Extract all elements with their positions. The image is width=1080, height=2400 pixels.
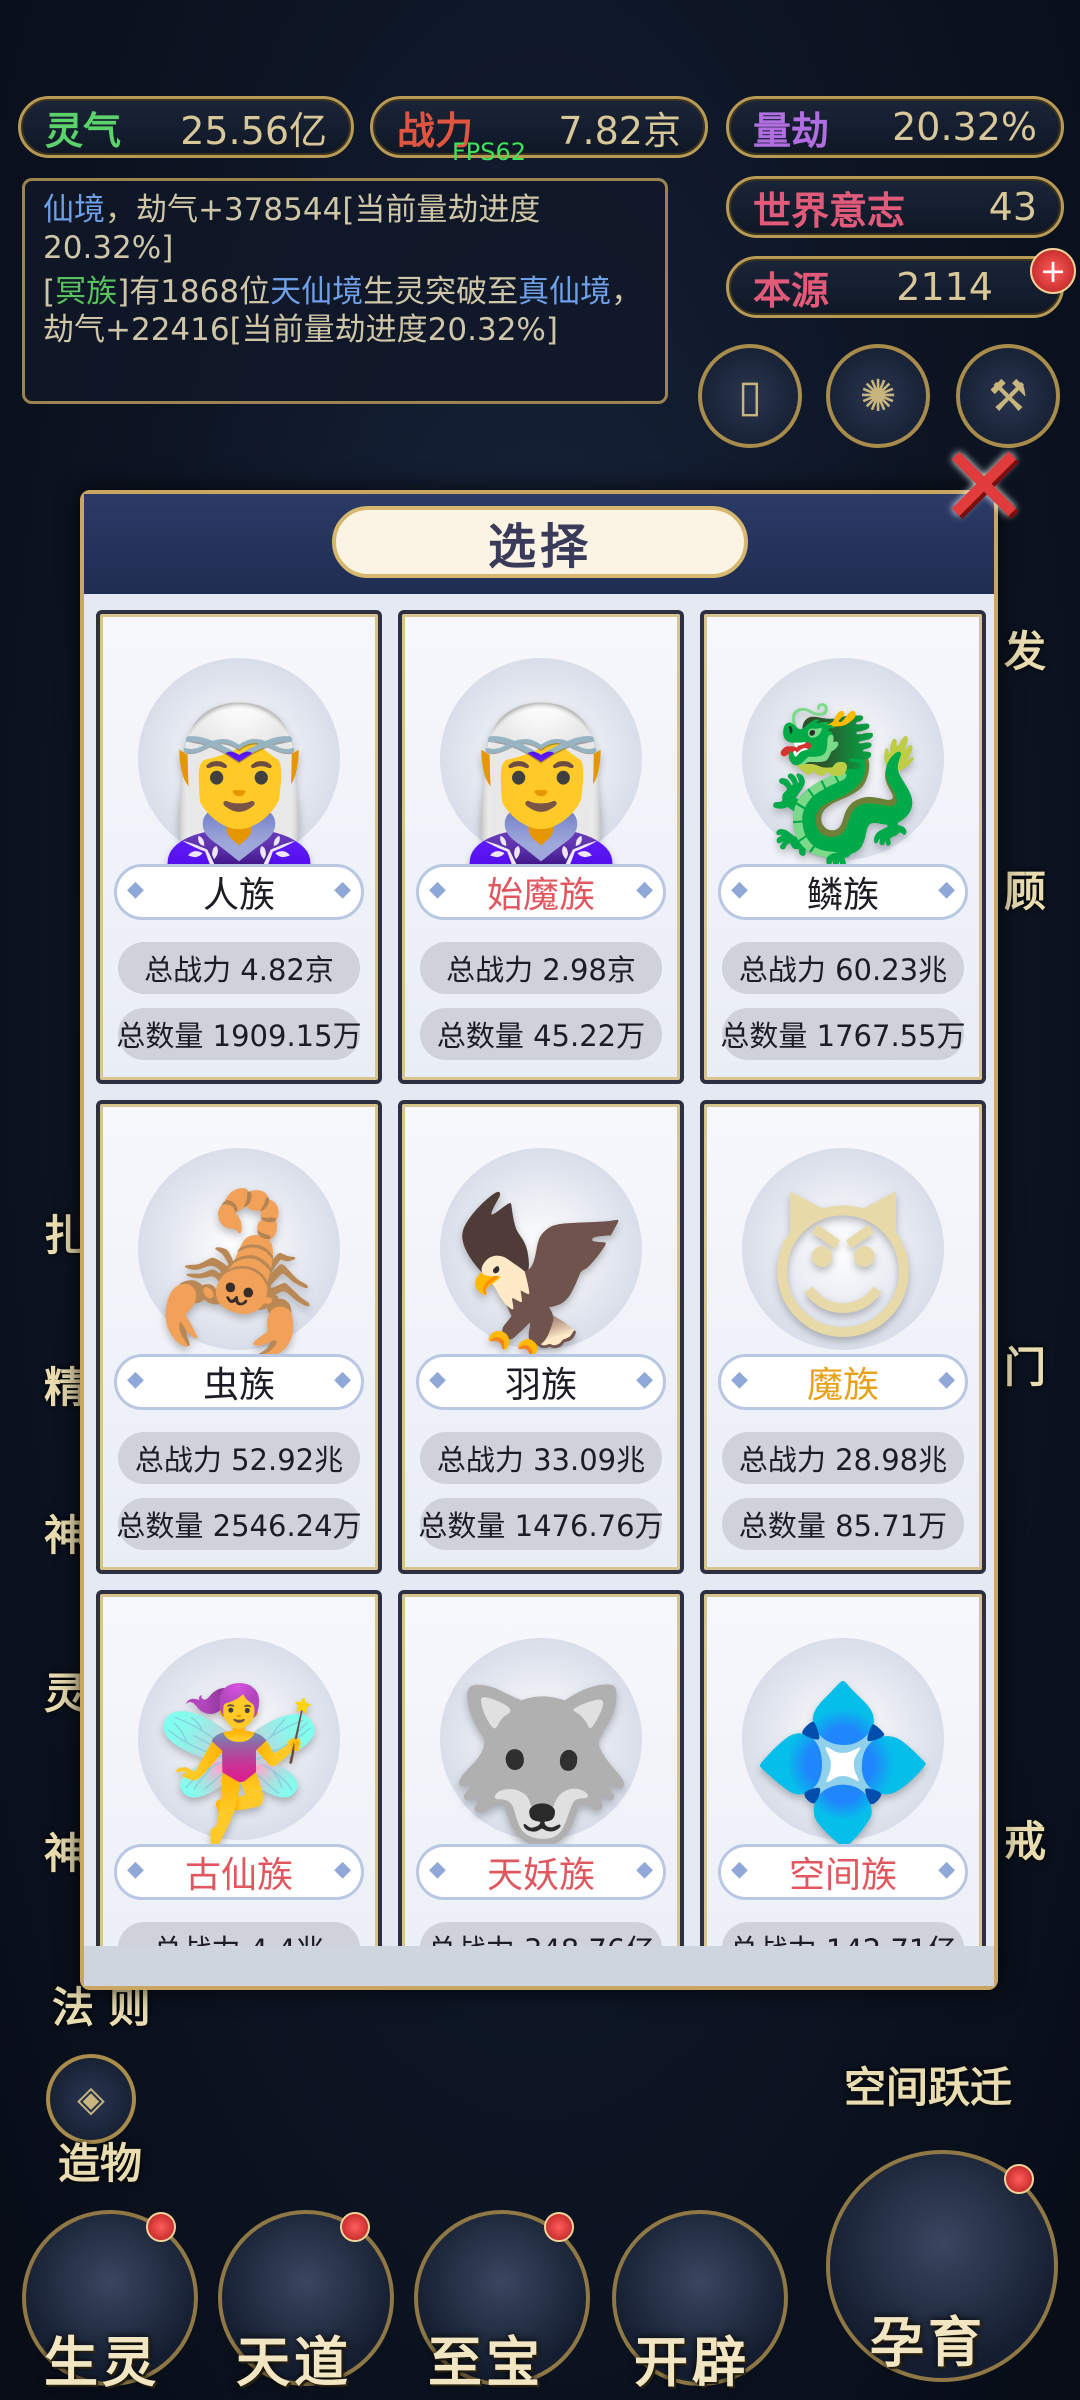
race-figure-icon: 🐉 [749,698,937,872]
zaowu-button[interactable]: 造物 [58,2130,142,2191]
card-icon[interactable]: ▯ [698,344,802,448]
side-label: 戒 [1004,1817,1047,1866]
event-log: 仙境，劫气+378544[当前量劫进度20.32%] [冥族]有1868位天仙境… [22,178,668,404]
race-name: 魔族 [718,1354,968,1410]
log-text: ]有1868位 [117,274,271,310]
nav-zhibao[interactable]: 至宝 [428,2318,544,2397]
race-figure-icon: 😈 [764,1188,922,1362]
notification-dot [544,2212,574,2242]
race-total-count: 总数量 85.71万 [722,1498,964,1550]
world-will-value: 43 [988,185,1037,229]
race-portrait: 🧝‍♀️ [420,628,662,880]
race-card[interactable]: 💠空间族总战力 142.71亿 [700,1590,986,1946]
liangjie-label: 量劫 [753,108,830,153]
log-line: [冥族]有1868位天仙境生灵突破至真仙境，劫气+22416[当前量劫进度20.… [43,273,647,349]
race-total-count: 总数量 2546.24万 [116,1498,362,1550]
log-text: [ [43,274,56,310]
race-card[interactable]: 🦂虫族总战力 52.92兆总数量 2546.24万 [96,1100,382,1574]
race-portrait: 🐺 [420,1608,662,1860]
race-total-count: 总数量 1476.76万 [418,1498,664,1550]
origin-display: 本源 2114 [726,256,1064,318]
race-card[interactable]: 🐺天妖族总战力 348.76亿 [398,1590,684,1946]
race-name: 人族 [114,864,364,920]
race-total-power: 总战力 142.71亿 [722,1922,964,1946]
add-origin-icon[interactable]: + [1030,248,1076,294]
race-portrait: 🧝‍♀️ [118,628,360,880]
notification-dot [1004,2164,1034,2194]
race-total-power: 总战力 28.98兆 [722,1432,964,1484]
nav-shengling[interactable]: 生灵 [44,2318,160,2397]
race-portrait: 🦅 [420,1118,662,1370]
liangjie-value: 20.32% [892,105,1037,149]
race-portrait: 🧚‍♀️ [118,1608,360,1860]
race-card[interactable]: 😈魔族总战力 28.98兆总数量 85.71万 [700,1100,986,1574]
race-name: 虫族 [114,1354,364,1410]
race-name: 鳞族 [718,864,968,920]
race-card[interactable]: 🧝‍♀️始魔族总战力 2.98京总数量 45.22万 [398,610,684,1084]
nav-tiandao[interactable]: 天道 [236,2318,352,2397]
zhanli-value: 7.82京 [558,108,681,153]
spiral-icon[interactable]: ✺ [826,344,930,448]
race-portrait: 💠 [722,1608,964,1860]
race-figure-icon: 🧝‍♀️ [447,698,635,872]
realm-text: 仙境 [43,192,105,228]
liangjie-display[interactable]: 量劫 20.32% [726,96,1064,158]
notification-dot [340,2212,370,2242]
dialog-footer [84,1946,994,1986]
realm-text: 天仙境 [270,274,364,310]
race-name: 古仙族 [114,1844,364,1900]
race-card[interactable]: 🧚‍♀️古仙族总战力 4.4兆 [96,1590,382,1946]
race-name: 空间族 [718,1844,968,1900]
close-x-icon[interactable]: ✕ [934,431,1034,541]
world-will-label: 世界意志 [753,188,906,233]
zhanli-display: 战力 7.82京 [370,96,708,158]
dialog-title: 选择 [332,506,748,578]
nav-yunyu[interactable]: 孕育 [870,2298,986,2377]
log-text: 生灵突破至 [363,274,519,310]
race-portrait: 🦂 [118,1118,360,1370]
race-name: 始魔族 [416,864,666,920]
race-total-power: 总战力 60.23兆 [722,942,964,994]
lingqi-label: 灵气 [45,108,122,153]
race-figure-icon: 💠 [749,1678,937,1852]
race-card[interactable]: 🧝‍♀️人族总战力 4.82京总数量 1909.15万 [96,610,382,1084]
side-label: 发 [1004,627,1047,676]
lingqi-value: 25.56亿 [180,108,327,153]
race-total-power: 总战力 2.98京 [420,942,662,994]
notification-dot [146,2212,176,2242]
race-grid[interactable]: 🧝‍♀️人族总战力 4.82京总数量 1909.15万🧝‍♀️始魔族总战力 2.… [84,594,994,1946]
race-total-count: 总数量 1767.55万 [720,1008,966,1060]
race-figure-icon: 🧝‍♀️ [145,698,333,872]
race-total-count: 总数量 45.22万 [420,1008,662,1060]
log-text: ，劫气+378544[当前量劫进度20.32%] [43,192,541,266]
race-figure-icon: 🦅 [447,1188,635,1362]
race-figure-icon: 🦂 [145,1188,333,1362]
race-figure-icon: 🐺 [447,1678,635,1852]
nav-kaipi[interactable]: 开辟 [634,2318,750,2397]
race-total-power: 总战力 52.92兆 [118,1432,360,1484]
realm-text: 真仙境 [518,274,612,310]
side-label: 门 [1004,1343,1047,1392]
log-line: 仙境，劫气+378544[当前量劫进度20.32%] [43,191,647,267]
race-total-power: 总战力 4.82京 [118,942,360,994]
world-will-display: 世界意志 43 [726,176,1064,238]
fps-counter: FPS62 [452,138,527,166]
race-name: 天妖族 [416,1844,666,1900]
race-card[interactable]: 🐉鳞族总战力 60.23兆总数量 1767.55万 [700,610,986,1084]
race-portrait: 😈 [722,1118,964,1370]
race-portrait: 🐉 [722,628,964,880]
side-label: 顾 [1004,867,1047,916]
race-card[interactable]: 🦅羽族总战力 33.09兆总数量 1476.76万 [398,1100,684,1574]
race-total-power: 总战力 348.76亿 [420,1922,662,1946]
race-total-power: 总战力 4.4兆 [118,1922,360,1946]
lingqi-display: 灵气 25.56亿 [18,96,354,158]
race-name: 羽族 [416,1354,666,1410]
race-total-count: 总数量 1909.15万 [116,1008,362,1060]
race-total-power: 总战力 33.09兆 [420,1432,662,1484]
race-text: 冥族 [55,274,118,310]
race-figure-icon: 🧚‍♀️ [145,1678,333,1852]
origin-value: 2114 [896,265,993,309]
kongjian-button[interactable]: 空间跃迁 [844,2054,1012,2115]
origin-label: 本源 [753,268,830,313]
